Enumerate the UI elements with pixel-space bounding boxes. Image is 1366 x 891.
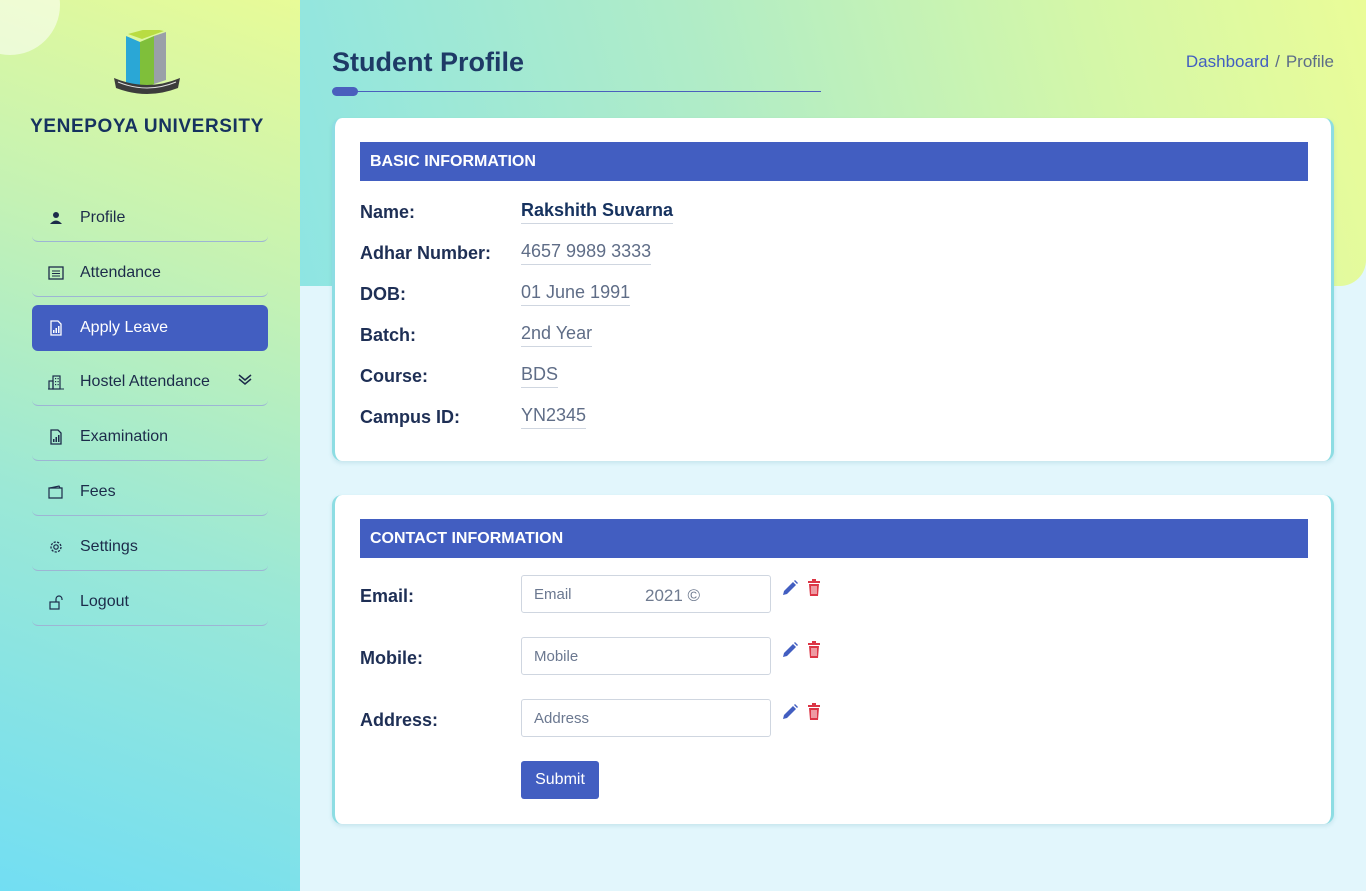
email-actions <box>781 579 821 602</box>
campus-id-value: YN2345 <box>521 405 587 429</box>
name-value: Rakshith Suvarna <box>521 200 674 224</box>
sidebar-item-examination[interactable]: Examination <box>32 414 268 461</box>
address-label: Address: <box>360 709 439 730</box>
sidebar-menu: Profile Attendance Apply Leave Hostel At… <box>32 195 268 634</box>
report-icon <box>48 429 64 445</box>
batch-value: 2nd Year <box>521 323 593 347</box>
course-label: Course: <box>360 365 429 386</box>
sidebar-item-label: Hostel Attendance <box>80 373 210 390</box>
address-actions <box>781 703 821 726</box>
title-underline <box>333 91 821 92</box>
batch-row: Batch: 2nd Year <box>360 323 593 347</box>
address-placeholder: Address <box>534 709 590 727</box>
edit-email-pencil-icon[interactable] <box>781 579 799 602</box>
sidebar-item-label: Fees <box>80 483 116 500</box>
decorative-bubble <box>0 0 60 55</box>
page-title: Student Profile <box>332 47 525 77</box>
address-field[interactable]: Address <box>521 699 771 737</box>
delete-mobile-trash-icon[interactable] <box>807 641 821 663</box>
adhar-row: Adhar Number: 4657 9989 3333 <box>360 241 652 265</box>
sidebar-item-label: Apply Leave <box>80 319 169 336</box>
sidebar: YENEPOYA UNIVERSITY Profile Attendance A… <box>0 0 300 891</box>
sidebar-item-logout[interactable]: Logout <box>32 579 268 626</box>
person-icon <box>48 210 64 226</box>
unlock-icon <box>48 594 64 610</box>
address-row: Address: Address <box>360 699 821 737</box>
university-name: YENEPOYA UNIVERSITY <box>30 116 264 137</box>
adhar-label: Adhar Number: <box>360 242 492 263</box>
sidebar-item-settings[interactable]: Settings <box>32 524 268 571</box>
mobile-actions <box>781 641 821 664</box>
breadcrumb-dashboard-link[interactable]: Dashboard <box>1186 52 1269 71</box>
breadcrumb-separator: / <box>1275 52 1280 71</box>
mobile-row: Mobile: Mobile <box>360 637 821 675</box>
sidebar-item-label: Profile <box>80 209 126 226</box>
building-icon <box>48 374 64 390</box>
email-row: Email: Email 2021 © <box>360 575 821 613</box>
email-field[interactable]: Email 2021 © <box>521 575 771 613</box>
copyright-text: 2021 © <box>645 586 701 605</box>
sidebar-item-attendance[interactable]: Attendance <box>32 250 268 297</box>
sidebar-item-apply-leave[interactable]: Apply Leave <box>32 305 268 351</box>
basic-information-card: BASIC INFORMATION Name: Rakshith Suvarna… <box>332 118 1334 461</box>
name-row: Name: Rakshith Suvarna <box>360 200 674 224</box>
sidebar-item-label: Attendance <box>80 264 161 281</box>
course-value: BDS <box>521 364 559 388</box>
gear-icon <box>48 539 64 555</box>
chevron-double-down-icon[interactable] <box>238 373 252 391</box>
contact-information-card: CONTACT INFORMATION Email: Email 2021 © … <box>332 495 1334 824</box>
sidebar-item-label: Settings <box>80 538 138 555</box>
email-label: Email: <box>360 585 415 606</box>
campus-id-row: Campus ID: YN2345 <box>360 405 587 429</box>
course-row: Course: BDS <box>360 364 559 388</box>
wallet-icon <box>48 484 64 500</box>
name-label: Name: <box>360 201 416 222</box>
edit-mobile-pencil-icon[interactable] <box>781 641 799 664</box>
university-logo-icon <box>114 30 180 94</box>
delete-email-trash-icon[interactable] <box>807 579 821 601</box>
breadcrumb-current: Profile <box>1285 52 1334 71</box>
title-underline-accent <box>332 87 358 96</box>
mobile-label: Mobile: <box>360 647 423 668</box>
list-icon <box>48 265 64 281</box>
mobile-placeholder: Mobile <box>534 647 579 665</box>
report-icon <box>48 320 64 336</box>
basic-information-heading: BASIC INFORMATION <box>360 142 1308 181</box>
sidebar-item-hostel-attendance[interactable]: Hostel Attendance <box>32 359 268 406</box>
delete-address-trash-icon[interactable] <box>807 703 821 725</box>
dob-label: DOB: <box>360 283 406 304</box>
campus-id-label: Campus ID: <box>360 406 461 427</box>
sidebar-item-label: Logout <box>80 593 129 610</box>
dob-row: DOB: 01 June 1991 <box>360 282 631 306</box>
sidebar-item-profile[interactable]: Profile <box>32 195 268 242</box>
breadcrumb: Dashboard / Profile <box>1186 52 1334 72</box>
dob-value: 01 June 1991 <box>521 282 631 306</box>
sidebar-item-label: Examination <box>80 428 169 445</box>
sidebar-item-fees[interactable]: Fees <box>32 469 268 516</box>
submit-button[interactable]: Submit <box>521 761 599 799</box>
adhar-value: 4657 9989 3333 <box>521 241 652 265</box>
contact-information-heading: CONTACT INFORMATION <box>360 519 1308 558</box>
email-placeholder: Email <box>534 585 572 603</box>
batch-label: Batch: <box>360 324 417 345</box>
mobile-field[interactable]: Mobile <box>521 637 771 675</box>
edit-address-pencil-icon[interactable] <box>781 703 799 726</box>
